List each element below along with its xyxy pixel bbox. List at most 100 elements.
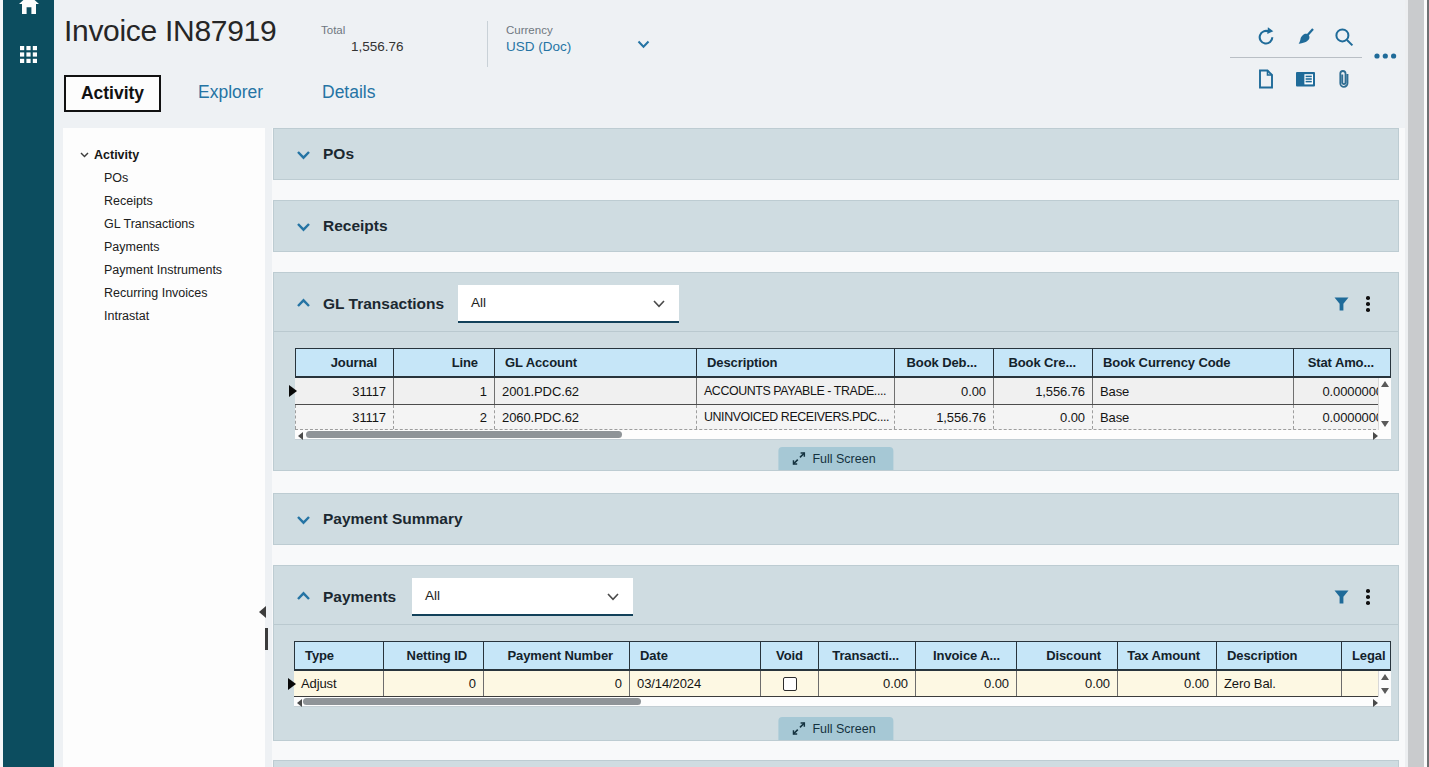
payments-filter-value: All (425, 588, 440, 603)
gl-column-header[interactable]: Description (697, 349, 895, 376)
gl-filter-caret-icon (653, 300, 665, 308)
payments-column-header[interactable]: Description (1217, 642, 1342, 669)
document-icon[interactable] (1256, 69, 1276, 89)
gl-grid-cell: 2001.PDC.62 (495, 378, 697, 404)
scroll-down-icon[interactable] (1381, 688, 1389, 694)
payments-column-header[interactable]: Type (294, 642, 384, 669)
payments-column-header[interactable]: Tax Amount (1118, 642, 1217, 669)
payments-grid-cell (761, 671, 819, 696)
payments-fullscreen-button[interactable]: Full Screen (778, 717, 893, 740)
tree-node-payments[interactable]: Payments (104, 235, 222, 258)
currency-label: Currency (506, 24, 571, 36)
payments-column-header[interactable]: Discount (1017, 642, 1118, 669)
pos-expand-chevron-icon[interactable] (296, 150, 311, 160)
gl-filter-value: All (471, 295, 486, 310)
gl-grid-vscroll[interactable] (1378, 378, 1391, 430)
gl-filter-select[interactable]: All (458, 285, 679, 323)
payments-grid-cell: 0 (484, 671, 630, 696)
page-scrollbar-thumb[interactable] (1408, 0, 1424, 767)
tab-explorer[interactable]: Explorer (198, 82, 263, 103)
contact-card-icon[interactable] (1295, 69, 1315, 89)
tree-node-activity[interactable]: Activity (80, 146, 139, 164)
clean-icon[interactable] (1295, 27, 1315, 47)
currency-chevron-down-icon[interactable] (637, 40, 650, 49)
hscroll-thumb[interactable] (306, 431, 622, 438)
scroll-left-icon[interactable] (297, 699, 302, 707)
toolbar-divider (1230, 57, 1362, 58)
tree-children: POsReceiptsGL TransactionsPaymentsPaymen… (104, 166, 222, 327)
gl-column-header[interactable]: Book Cre... (994, 349, 1093, 376)
payments-grid-hscroll[interactable] (294, 697, 1391, 707)
payments-column-header[interactable]: Void (761, 642, 819, 669)
payments-collapse-chevron-icon[interactable] (296, 591, 311, 601)
payments-filter-select[interactable]: All (412, 578, 633, 616)
payments-void-checkbox[interactable] (783, 677, 797, 691)
gl-column-header[interactable]: Book Currency Code (1093, 349, 1294, 376)
payments-grid-vscroll[interactable] (1378, 671, 1391, 697)
tree-node-pos[interactable]: POs (104, 166, 222, 189)
tree-node-intrastat[interactable]: Intrastat (104, 304, 222, 327)
scroll-down-icon[interactable] (1381, 421, 1389, 427)
payments-column-header[interactable]: Payment Number (484, 642, 630, 669)
payments-grid-row[interactable]: Adjust0003/14/20240.000.000.000.00Zero B… (294, 671, 1391, 697)
payments-column-header[interactable]: Netting ID (384, 642, 484, 669)
gl-grid-cell: UNINVOICED RECEIVERS.PDC.... (697, 405, 895, 429)
currency-field[interactable]: Currency USD (Doc) (506, 24, 571, 54)
hscroll-thumb[interactable] (303, 698, 641, 705)
activity-tree: Activity POsReceiptsGL TransactionsPayme… (63, 128, 265, 767)
home-icon[interactable] (3, 0, 54, 16)
payments-column-header[interactable]: Date (630, 642, 761, 669)
gl-grid-hscroll[interactable] (295, 430, 1391, 440)
currency-value[interactable]: USD (Doc) (506, 39, 571, 54)
header-toolbar (1175, 0, 1405, 110)
tree-node-recurring-invoices[interactable]: Recurring Invoices (104, 281, 222, 304)
scroll-right-icon[interactable] (1373, 432, 1378, 440)
scroll-up-icon[interactable] (1381, 674, 1389, 680)
gl-filter-icon[interactable] (1334, 297, 1349, 311)
pos-panel-title: POs (323, 145, 354, 163)
refresh-icon[interactable] (1256, 27, 1276, 47)
gl-collapse-chevron-icon[interactable] (296, 298, 311, 308)
scroll-right-icon[interactable] (1373, 699, 1378, 707)
gl-grid-cell: 0.0000000 (1294, 378, 1391, 404)
payments-kebab-menu-icon[interactable] (1361, 589, 1375, 605)
tab-details[interactable]: Details (322, 82, 376, 103)
scroll-left-icon[interactable] (298, 432, 303, 440)
gl-grid-cell: 31117 (295, 378, 394, 404)
payment-summary-expand-chevron-icon[interactable] (296, 515, 311, 525)
more-ellipsis-icon[interactable] (1373, 52, 1398, 60)
gl-kebab-menu-icon[interactable] (1361, 296, 1375, 312)
page-scrollbar (1405, 0, 1429, 767)
scroll-up-icon[interactable] (1381, 381, 1389, 387)
tree-node-receipts[interactable]: Receipts (104, 189, 222, 212)
search-icon[interactable] (1334, 27, 1354, 47)
attachment-icon[interactable] (1334, 69, 1354, 89)
payments-grid-cell: 0.00 (916, 671, 1017, 696)
page-header: Invoice IN87919 Total 1,556.76 Currency … (54, 0, 1405, 128)
splitter-handle[interactable] (265, 628, 268, 650)
gl-fullscreen-button[interactable]: Full Screen (778, 447, 893, 470)
gl-column-header[interactable]: Line (394, 349, 495, 376)
gl-grid-row[interactable]: 3111722060.PDC.62UNINVOICED RECEIVERS.PD… (295, 405, 1391, 430)
gl-column-header[interactable]: GL Account (495, 349, 697, 376)
receipts-expand-chevron-icon[interactable] (296, 222, 311, 232)
app-grid-icon[interactable] (3, 46, 54, 63)
tree-root-label: Activity (94, 148, 139, 162)
gl-grid-cell: 1 (394, 378, 495, 404)
payments-column-header[interactable]: Legal (1342, 642, 1391, 669)
expand-icon (792, 452, 805, 465)
payments-filter-icon[interactable] (1334, 590, 1349, 604)
tree-node-payment-instruments[interactable]: Payment Instruments (104, 258, 222, 281)
payments-column-header[interactable]: Transacti... (819, 642, 916, 669)
gl-grid-row[interactable]: 3111712001.PDC.62ACCOUNTS PAYABLE - TRAD… (295, 378, 1391, 405)
payments-column-header[interactable]: Invoice A... (916, 642, 1017, 669)
gl-column-header[interactable]: Journal (295, 349, 394, 376)
gl-column-header[interactable]: Stat Amo... (1294, 349, 1391, 376)
gl-grid-cell: 0.0000000 (1294, 405, 1391, 429)
splitter-collapse-icon[interactable] (259, 606, 266, 618)
panel-pos: POs (273, 128, 1399, 180)
tab-activity[interactable]: Activity (64, 75, 161, 112)
tree-node-gl-transactions[interactable]: GL Transactions (104, 212, 222, 235)
gl-column-header[interactable]: Book Deb... (895, 349, 994, 376)
current-row-marker-icon (288, 678, 296, 690)
